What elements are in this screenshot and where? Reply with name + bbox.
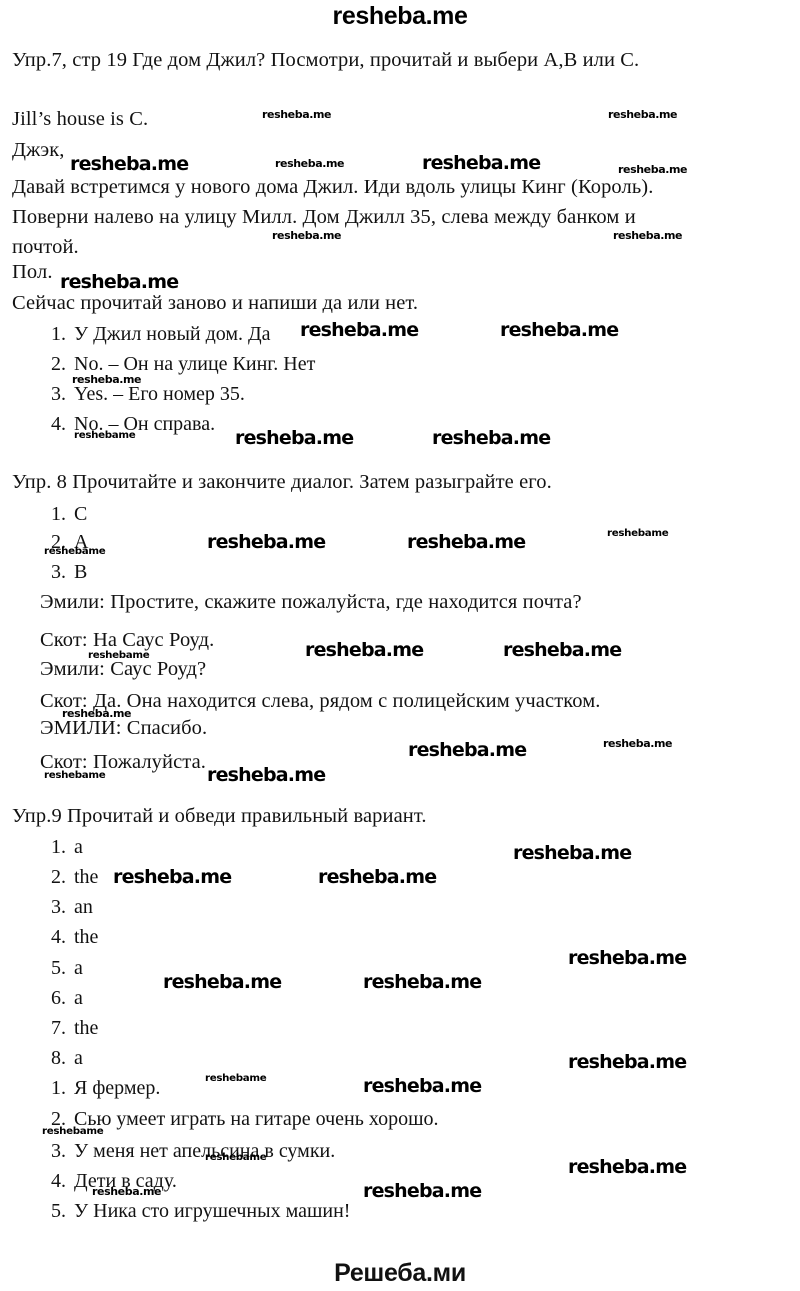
- exercise8-heading: Упр. 8 Прочитайте и закончите диалог. За…: [12, 471, 552, 493]
- list-item: 2. No. – Он на улице Кинг. Нет: [40, 354, 315, 374]
- list-item: 3. Yes. – Его номер 35.: [40, 384, 245, 404]
- list-item-text: У Ника сто игрушечных машин!: [74, 1200, 351, 1222]
- list-item: 6. a: [40, 988, 83, 1008]
- list-item-text: У Джил новый дом. Да: [74, 323, 271, 345]
- list-item-number: 5.: [51, 1200, 66, 1222]
- list-item-number: 4.: [51, 1170, 66, 1192]
- list-item-number: 3.: [51, 383, 66, 405]
- dialogue-line: Скот: Пожалуйста.: [40, 751, 207, 773]
- list-item-text: Yes. – Его номер 35.: [74, 383, 245, 405]
- list-item: 5. У Ника сто игрушечных машин!: [40, 1201, 350, 1221]
- letter-body: Давай встретимся у нового дома Джил. Иди…: [12, 176, 654, 258]
- list-item-text: the: [74, 1017, 99, 1039]
- dialogue-line: ЭМИЛИ: Спасибо.: [40, 717, 208, 739]
- list-item: 3. У меня нет апельсина в сумки.: [40, 1141, 335, 1161]
- list-item-number: 2.: [51, 1108, 66, 1130]
- list-item-text: the: [74, 866, 99, 888]
- list-item: 1. У Джил новый дом. Да: [40, 324, 271, 344]
- list-item-text: У меня нет апельсина в сумки.: [74, 1140, 336, 1162]
- list-item: 4. Дети в саду.: [40, 1171, 177, 1191]
- dialogue-line: Эмили: Простите, скажите пожалуйста, где…: [40, 591, 582, 613]
- list-item: 4. No. – Он справа.: [40, 414, 215, 434]
- exercise7-subtask: Сейчас прочитай заново и напиши да или н…: [12, 292, 419, 314]
- list-item-text: No. – Он справа.: [74, 413, 216, 435]
- list-item: 1. C: [40, 504, 87, 524]
- exercise7-answer: Jill’s house is C.: [12, 108, 149, 130]
- list-item: 8. a: [40, 1048, 83, 1068]
- worksheet-page: { "site": { "header_logo": "resheba.me",…: [0, 0, 800, 1291]
- letter-salutation: Джэк,: [12, 139, 65, 161]
- list-item: 2. the: [40, 867, 98, 887]
- list-item-number: 1.: [51, 836, 66, 858]
- list-item-text: C: [74, 503, 88, 525]
- list-item-number: 7.: [51, 1017, 66, 1039]
- list-item-number: 6.: [51, 987, 66, 1009]
- list-item-text: Дети в саду.: [74, 1170, 177, 1192]
- list-item-number: 8.: [51, 1047, 66, 1069]
- list-item: 1. a: [40, 837, 83, 857]
- list-item-number: 5.: [51, 957, 66, 979]
- list-item-text: A: [74, 531, 89, 553]
- list-item-number: 4.: [51, 926, 66, 948]
- list-item-text: B: [74, 561, 88, 583]
- list-item-text: a: [74, 987, 83, 1009]
- list-item: 3. B: [40, 562, 87, 582]
- list-item: 1. Я фермер.: [40, 1078, 160, 1098]
- list-item-number: 1.: [51, 1077, 66, 1099]
- list-item-text: a: [74, 957, 83, 979]
- list-item-text: Я фермер.: [74, 1077, 161, 1099]
- list-item-number: 2.: [51, 866, 66, 888]
- list-item-text: the: [74, 926, 99, 948]
- list-item-number: 3.: [51, 561, 66, 583]
- dialogue-line: Скот: Да. Она находится слева, рядом с п…: [40, 690, 601, 712]
- list-item: 4. the: [40, 927, 98, 947]
- dialogue-line: Скот: На Саус Роуд.: [40, 629, 215, 651]
- list-item: 2. A: [40, 532, 88, 552]
- list-item-text: a: [74, 1047, 83, 1069]
- list-item-number: 1.: [51, 503, 66, 525]
- list-item-text: an: [74, 896, 93, 918]
- list-item-number: 2.: [51, 353, 66, 375]
- document-content: Упр.7, стр 19 Где дом Джил? Посмотри, пр…: [0, 0, 800, 1291]
- exercise9-heading: Упр.9 Прочитай и обведи правильный вариа…: [12, 805, 427, 827]
- list-item-number: 4.: [51, 413, 66, 435]
- list-item-text: Сью умеет играть на гитаре очень хорошо.: [74, 1108, 439, 1130]
- list-item: 2. Сью умеет играть на гитаре очень хорош…: [40, 1109, 439, 1129]
- list-item-number: 3.: [51, 896, 66, 918]
- list-item: 7. the: [40, 1018, 98, 1038]
- list-item-text: a: [74, 836, 83, 858]
- site-footer-logo: Решеба.ми: [334, 1259, 466, 1287]
- list-item: 5. a: [40, 958, 83, 978]
- list-item-number: 1.: [51, 323, 66, 345]
- list-item-number: 3.: [51, 1140, 66, 1162]
- exercise7-heading: Упр.7, стр 19 Где дом Джил? Посмотри, пр…: [12, 49, 640, 71]
- list-item-text: No. – Он на улице Кинг. Нет: [74, 353, 316, 375]
- dialogue-line: Эмили: Саус Роуд?: [40, 658, 207, 680]
- list-item: 3. an: [40, 897, 93, 917]
- list-item-number: 2.: [51, 531, 66, 553]
- letter-signature: Пол.: [12, 261, 53, 283]
